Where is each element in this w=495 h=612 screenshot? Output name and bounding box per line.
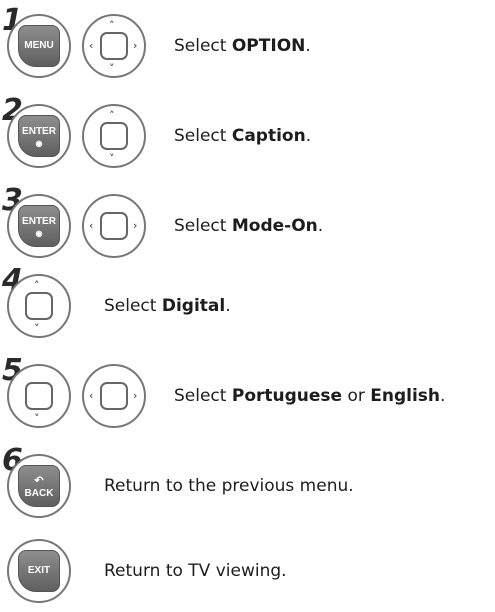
- enter-button-circle: ENTER ◉: [7, 194, 71, 258]
- text-post: .: [317, 216, 324, 236]
- arrow-left-icon: ‹: [89, 219, 94, 232]
- text-post: .: [305, 36, 311, 56]
- step-text: Select Digital.: [104, 296, 231, 316]
- arrow-right-icon: ›: [133, 39, 138, 52]
- ok-pad[interactable]: [100, 212, 128, 240]
- exit-button-circle: EXIT: [7, 539, 71, 603]
- enter-button[interactable]: ENTER ◉: [18, 205, 60, 247]
- ok-pad[interactable]: [25, 292, 53, 320]
- back-icon: ↶: [34, 475, 44, 487]
- up-down-pad-circle: ˄ ˅: [7, 274, 71, 338]
- enter-button[interactable]: ENTER ◉: [18, 115, 60, 157]
- arrow-down-icon: ˅: [109, 62, 115, 75]
- text-pre: Select: [174, 216, 232, 236]
- arrow-down-icon: ˅: [34, 412, 40, 425]
- arrow-down-icon: ˅: [34, 322, 40, 335]
- ok-pad[interactable]: [100, 382, 128, 410]
- step-text: Select Mode-On.: [174, 216, 323, 236]
- enter-label: ENTER: [22, 216, 56, 227]
- left-right-pad-circle: ‹ ›: [82, 364, 146, 428]
- step-text: Return to TV viewing.: [104, 561, 287, 581]
- text-pre: Select: [174, 386, 232, 406]
- step-text: Return to the previous menu.: [104, 476, 354, 496]
- arrow-left-icon: ‹: [89, 389, 94, 402]
- back-button-circle: ↶ BACK: [7, 454, 71, 518]
- arrow-right-icon: ›: [133, 219, 138, 232]
- arrow-up-icon: ˄: [109, 19, 115, 32]
- text-bold: Digital: [161, 296, 226, 316]
- enter-dot-icon: ◉: [35, 139, 43, 148]
- text-bold: Mode-On: [231, 216, 318, 236]
- text-pre: Select: [104, 296, 162, 316]
- text-bold: Caption: [231, 126, 306, 146]
- menu-button-circle: MENU: [7, 14, 71, 78]
- exit-button[interactable]: EXIT: [18, 550, 60, 592]
- text-pre: Return to TV viewing.: [104, 561, 287, 581]
- arrow-up-icon: ˄: [34, 279, 40, 292]
- text-bold: Portuguese: [231, 386, 343, 406]
- arrow-down-icon: ˅: [109, 152, 115, 165]
- text-pre: Select: [174, 36, 232, 56]
- arrow-left-icon: ‹: [89, 39, 94, 52]
- enter-dot-icon: ◉: [35, 229, 43, 238]
- arrow-right-icon: ›: [133, 389, 138, 402]
- text-pre: Return to the previous menu.: [104, 476, 354, 496]
- text-post: .: [225, 296, 231, 316]
- back-button[interactable]: ↶ BACK: [18, 465, 60, 507]
- exit-label: EXIT: [27, 565, 51, 576]
- enter-button-circle: ENTER ◉: [7, 104, 71, 168]
- enter-label: ENTER: [22, 126, 56, 137]
- ok-pad[interactable]: [100, 32, 128, 60]
- text-post: .: [440, 386, 446, 406]
- step-text: Select Portuguese or English.: [174, 386, 445, 406]
- ok-pad[interactable]: [25, 382, 53, 410]
- left-right-pad-circle: ‹ ›: [82, 194, 146, 258]
- up-down-pad-circle: ˄ ˅: [82, 104, 146, 168]
- down-pad-circle: ˅: [7, 364, 71, 428]
- step-text: Select OPTION.: [174, 36, 311, 56]
- text-pre: Select: [174, 126, 232, 146]
- nav-pad-circle: ˄ ˅ ‹ ›: [82, 14, 146, 78]
- text-post: .: [305, 126, 312, 146]
- ok-pad[interactable]: [100, 122, 128, 150]
- menu-button[interactable]: MENU: [18, 25, 60, 67]
- step-text: Select Caption.: [174, 126, 311, 146]
- text-mid: or: [342, 386, 371, 406]
- menu-label: MENU: [24, 40, 54, 51]
- text-bold-2: English: [370, 386, 441, 406]
- arrow-up-icon: ˄: [109, 109, 115, 122]
- text-bold: OPTION: [231, 36, 306, 56]
- back-label: BACK: [24, 488, 54, 499]
